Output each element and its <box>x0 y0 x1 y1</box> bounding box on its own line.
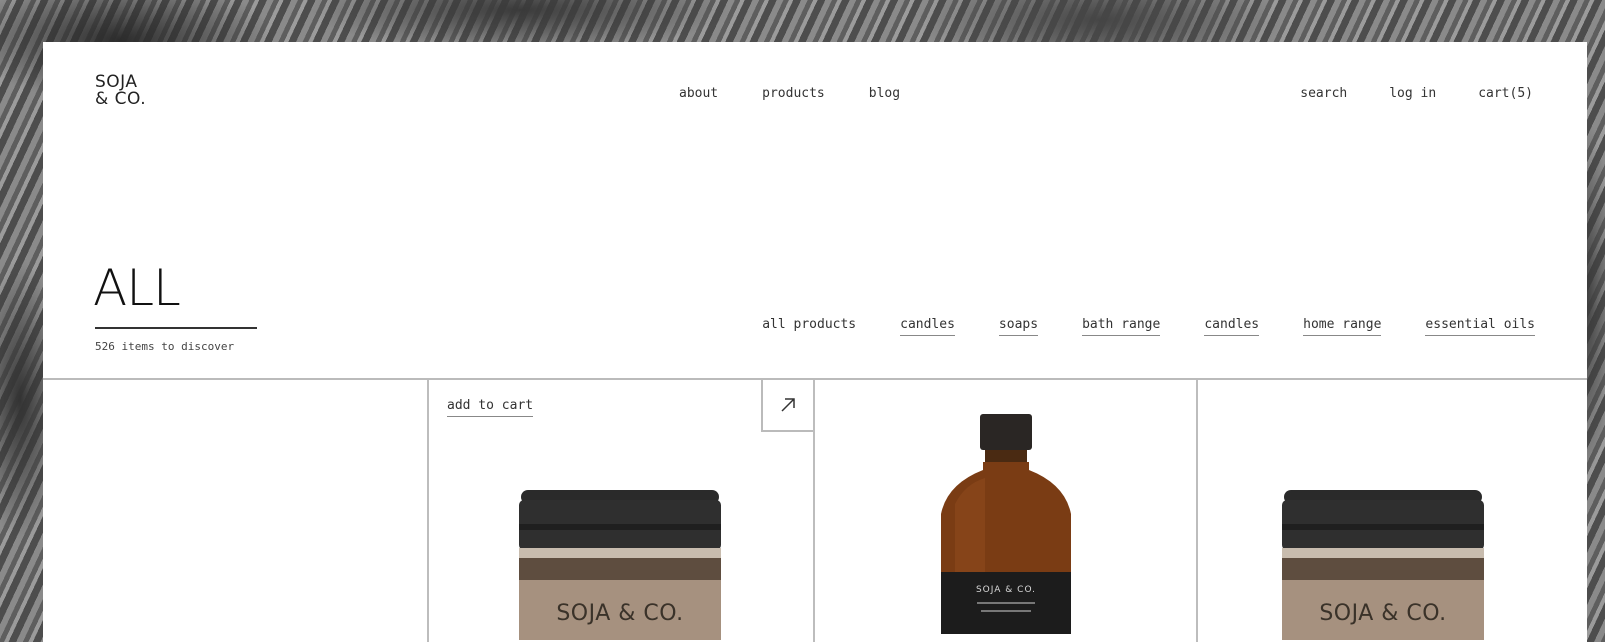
main-nav: about products blog <box>679 86 900 101</box>
product-card[interactable]: SOJA & CO. <box>1198 380 1587 642</box>
product-label: SOJA & CO. <box>1319 601 1446 626</box>
title-underline <box>95 327 257 329</box>
nav-blog[interactable]: blog <box>869 86 900 101</box>
page-card: SOJA & CO. about products blog search lo… <box>43 42 1587 642</box>
filter-soaps[interactable]: soaps <box>998 317 1039 336</box>
filter-candles-2[interactable]: candles <box>1204 317 1260 336</box>
candle-jar-image: SOJA & CO. <box>1282 490 1484 640</box>
filter-all-products[interactable]: all products <box>762 317 856 336</box>
amber-bottle-image: SOJA & CO. <box>941 414 1071 634</box>
product-label: SOJA & CO. <box>976 585 1036 595</box>
item-count: 526 items to discover <box>95 340 235 353</box>
filter-bath-range[interactable]: bath range <box>1082 317 1161 336</box>
add-to-cart-button[interactable]: add to cart <box>447 398 534 417</box>
filter-home-range[interactable]: home range <box>1303 317 1382 336</box>
product-card[interactable]: SOJA & CO. <box>815 380 1196 642</box>
product-card-empty <box>43 380 427 642</box>
product-label: SOJA & CO. <box>556 601 683 626</box>
brand-logo[interactable]: SOJA & CO. <box>95 74 146 108</box>
page-title: ALL <box>93 259 181 317</box>
product-card[interactable]: add to cart SOJA & CO. <box>429 380 813 642</box>
utility-nav: search log in cart(5) <box>1300 86 1533 101</box>
brand-logo-line2: & CO. <box>95 89 147 109</box>
cart-link[interactable]: cart(5) <box>1478 86 1533 101</box>
filter-essential-oils[interactable]: essential oils <box>1425 317 1535 336</box>
category-filters: all products candles soaps bath range ca… <box>762 317 1535 336</box>
arrow-up-right-icon[interactable] <box>761 380 813 432</box>
candle-jar-image: SOJA & CO. <box>519 490 721 640</box>
filter-candles[interactable]: candles <box>900 317 955 336</box>
search-link[interactable]: search <box>1300 86 1347 101</box>
login-link[interactable]: log in <box>1389 86 1436 101</box>
nav-products[interactable]: products <box>762 86 825 101</box>
nav-about[interactable]: about <box>679 86 718 101</box>
